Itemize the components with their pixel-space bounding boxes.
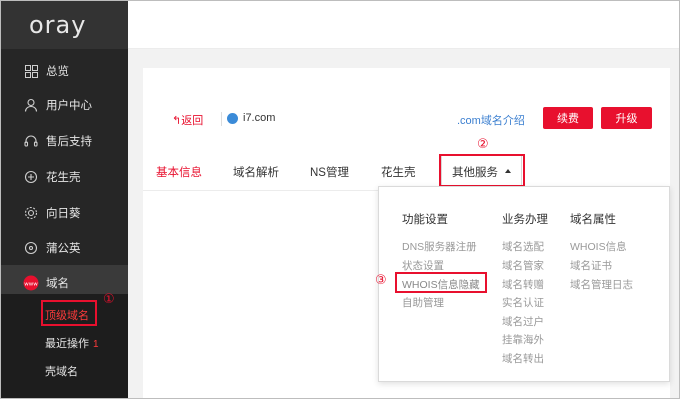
tab-peanut[interactable]: 花生壳 xyxy=(381,164,416,180)
menu-item-domain-transfer-owner[interactable]: 域名过户 xyxy=(502,314,544,329)
sidebar-item-dandelion[interactable]: 蒲公英 xyxy=(1,230,128,266)
sidebar-item-label: 域名 xyxy=(46,278,69,290)
annotation-box-2 xyxy=(439,154,525,187)
sunflower-icon xyxy=(23,205,39,221)
submenu-recent-ops[interactable]: 最近操作 1 xyxy=(45,335,99,351)
sidebar-item-label: 蒲公英 xyxy=(46,243,81,255)
menu-item-domain-gift[interactable]: 域名转赠 xyxy=(502,277,544,292)
annotation-box-1 xyxy=(41,300,97,326)
sidebar-item-support[interactable]: 售后支持 xyxy=(1,123,128,159)
menu-item-dns-server-register[interactable]: DNS服务器注册 xyxy=(402,239,477,254)
column-title-business: 业务办理 xyxy=(502,214,548,226)
tab-dns-resolve[interactable]: 域名解析 xyxy=(233,164,279,180)
menu-item-domain-certificate[interactable]: 域名证书 xyxy=(570,258,612,273)
annotation-box-3 xyxy=(395,272,487,293)
menu-item-domain-steward[interactable]: 域名管家 xyxy=(502,258,544,273)
headset-icon xyxy=(23,133,39,149)
domain-info-row: ↰返回 i7.com .com域名介绍 续费 升级 xyxy=(156,100,666,140)
divider xyxy=(221,112,222,126)
sidebar-item-label: 售后支持 xyxy=(46,136,92,148)
top-bar xyxy=(128,1,679,49)
menu-item-whois-info[interactable]: WHOIS信息 xyxy=(570,239,627,254)
peanut-icon xyxy=(23,169,39,185)
column-title-domain-attributes: 域名属性 xyxy=(570,214,616,226)
domain-name: i7.com xyxy=(243,112,276,124)
globe-icon xyxy=(227,113,238,124)
menu-item-real-name[interactable]: 实名认证 xyxy=(502,295,544,310)
menu-item-overseas[interactable]: 挂靠海外 xyxy=(502,332,544,347)
column-title-function-settings: 功能设置 xyxy=(402,214,448,226)
menu-item-domain-log[interactable]: 域名管理日志 xyxy=(570,277,633,292)
annotation-marker-3: ③ xyxy=(375,272,387,287)
www-icon: www xyxy=(23,275,39,291)
back-link[interactable]: ↰返回 xyxy=(172,112,203,128)
tab-ns-manage[interactable]: NS管理 xyxy=(310,164,349,180)
grid-icon xyxy=(23,63,39,79)
submenu-label: 最近操作 xyxy=(45,338,89,350)
sidebar-item-overview[interactable]: 总览 xyxy=(1,53,128,89)
sidebar-item-label: 用户中心 xyxy=(46,100,92,112)
sidebar-item-peanut[interactable]: 花生壳 xyxy=(1,159,128,195)
tab-basic-info[interactable]: 基本信息 xyxy=(156,164,202,180)
sidebar-item-sunflower[interactable]: 向日葵 xyxy=(1,195,128,231)
sidebar-item-user-center[interactable]: 用户中心 xyxy=(1,87,128,123)
renew-button[interactable]: 续费 xyxy=(543,107,593,129)
back-label: 返回 xyxy=(181,115,204,127)
menu-item-status-settings[interactable]: 状态设置 xyxy=(402,258,444,273)
sidebar-item-label: 花生壳 xyxy=(46,172,81,184)
svg-text:www: www xyxy=(24,282,38,288)
menu-item-self-manage[interactable]: 自助管理 xyxy=(402,295,444,310)
logo-text: oray xyxy=(29,11,87,39)
sidebar-item-label: 向日葵 xyxy=(46,208,81,220)
annotation-marker-1: ① xyxy=(103,291,115,306)
domain-intro-link[interactable]: .com域名介绍 xyxy=(457,112,525,128)
logo[interactable]: oray xyxy=(1,1,128,49)
notification-badge: 1 xyxy=(93,339,99,350)
annotation-marker-2: ② xyxy=(477,136,489,151)
sidebar: oray 总览 用户中心 售后支持 花生壳 向日葵 蒲公英 www 域名 顶级域… xyxy=(1,1,128,398)
submenu-shell-domain[interactable]: 壳域名 xyxy=(45,363,78,379)
menu-item-domain-select[interactable]: 域名选配 xyxy=(502,239,544,254)
user-icon xyxy=(23,97,39,113)
dandelion-icon xyxy=(23,240,39,256)
upgrade-button[interactable]: 升级 xyxy=(601,107,652,129)
sidebar-item-label: 总览 xyxy=(46,66,69,78)
menu-item-domain-transfer-out[interactable]: 域名转出 xyxy=(502,351,544,366)
back-arrow-icon: ↰ xyxy=(172,115,182,127)
